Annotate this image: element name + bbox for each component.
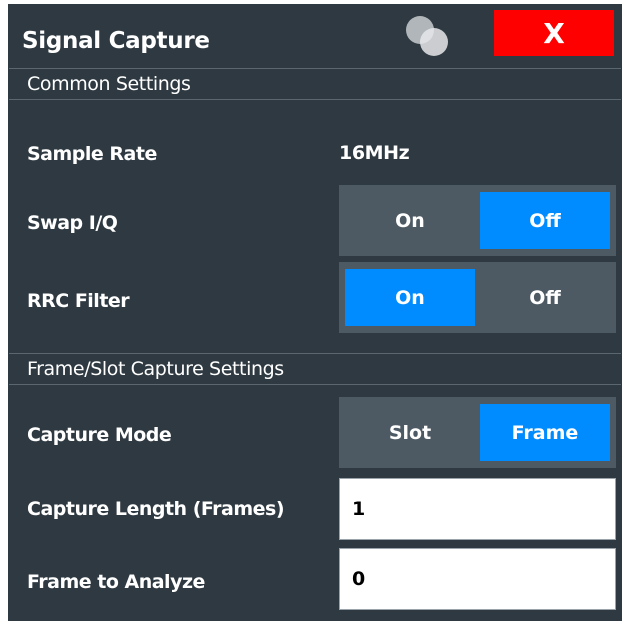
rrc-filter-toggle: On Off <box>339 262 616 333</box>
swap-iq-toggle: On Off <box>339 185 616 256</box>
section-header-common-settings: Common Settings <box>9 68 621 100</box>
rrc-filter-on-button[interactable]: On <box>345 269 475 326</box>
capture-mode-frame-button[interactable]: Frame <box>480 404 610 461</box>
undock-icon[interactable] <box>396 10 458 60</box>
rrc-filter-off-button[interactable]: Off <box>480 269 610 326</box>
swap-iq-on-button[interactable]: On <box>345 192 475 249</box>
close-icon: X <box>543 16 565 50</box>
title-bar: Signal Capture X <box>8 4 622 66</box>
frame-to-analyze-field[interactable]: 0 <box>339 548 616 610</box>
capture-mode-slot-button[interactable]: Slot <box>345 404 475 461</box>
signal-capture-dialog: Signal Capture X Common Settings Sample … <box>8 4 622 621</box>
capture-length-label: Capture Length (Frames) <box>27 498 285 520</box>
dialog-title: Signal Capture <box>22 28 210 54</box>
capture-mode-toggle: Slot Frame <box>339 397 616 468</box>
capture-length-field[interactable]: 1 <box>339 478 616 540</box>
rrc-filter-label: RRC Filter <box>27 290 130 312</box>
frame-to-analyze-label: Frame to Analyze <box>27 571 205 593</box>
sample-rate-value: 16MHz <box>339 142 410 164</box>
swap-iq-label: Swap I/Q <box>27 212 118 234</box>
section-header-capture-settings: Frame/Slot Capture Settings <box>9 353 621 385</box>
swap-iq-off-button[interactable]: Off <box>480 192 610 249</box>
sample-rate-label: Sample Rate <box>27 143 157 165</box>
capture-mode-label: Capture Mode <box>27 424 172 446</box>
close-button[interactable]: X <box>494 10 614 56</box>
